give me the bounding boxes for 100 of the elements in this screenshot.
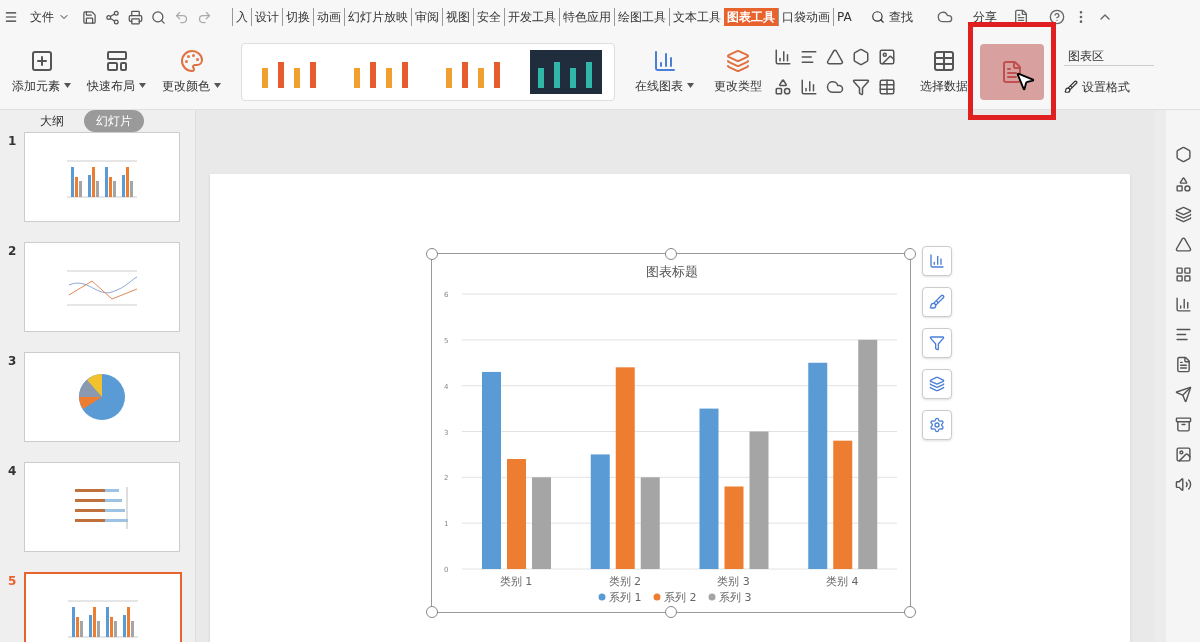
ribbon-tab[interactable]: 动画 (313, 8, 344, 26)
menu-icon[interactable] (4, 10, 18, 24)
legend-label: 系列 2 (664, 591, 697, 604)
ribbon-tab[interactable]: 特色应用 (559, 8, 614, 26)
category-label: 类别 1 (499, 575, 533, 588)
format-button[interactable]: 设置格式 (1064, 78, 1154, 96)
search-button[interactable]: 查找 (870, 8, 913, 26)
select-data-button[interactable]: 选择数据 (916, 39, 972, 104)
ribbon-button[interactable]: 快速布局 (79, 39, 154, 104)
help-icon[interactable] (1048, 9, 1065, 25)
category-label: 类别 4 (826, 575, 859, 588)
share-button[interactable]: 分享 (972, 8, 997, 26)
brush-icon (929, 294, 945, 310)
sidebar-tool-icon[interactable] (1174, 446, 1192, 463)
ribbon-tab[interactable]: 视图 (442, 8, 473, 26)
slide-thumbnail[interactable] (24, 132, 180, 222)
ribbon-tab[interactable]: 绘图工具 (614, 8, 669, 26)
slide-thumbnail[interactable] (24, 462, 180, 552)
sidebar-tool-icon[interactable] (1174, 236, 1192, 253)
ribbon-tab[interactable]: 安全 (473, 8, 504, 26)
sidebar-tool-icon[interactable] (1174, 146, 1192, 163)
preview-icon[interactable] (151, 9, 166, 25)
chart-type-icon[interactable] (852, 47, 870, 66)
sidebar-tool-icon[interactable] (1174, 356, 1192, 373)
sidebar-tool-icon[interactable] (1174, 476, 1192, 493)
ribbon-button[interactable]: 在线图表 (627, 39, 702, 104)
chart-style-button[interactable] (922, 287, 952, 317)
chart-type-icon[interactable] (852, 77, 870, 96)
layers-icon (929, 376, 945, 392)
chart-title[interactable]: 图表标题 (646, 264, 698, 279)
slide-thumbnail[interactable] (24, 352, 180, 442)
slide-number: 5 (8, 573, 16, 590)
search-icon (870, 10, 885, 24)
brush-icon (1064, 80, 1078, 94)
chart-type-icon[interactable] (774, 47, 792, 66)
sidebar-tool-icon[interactable] (1174, 266, 1192, 283)
ribbon-tab[interactable]: 开发工具 (504, 8, 559, 26)
sidebar-tool-icon[interactable] (1174, 416, 1192, 433)
save-icon[interactable] (82, 9, 97, 25)
chart-type-icon[interactable] (826, 47, 844, 66)
category-label: 类别 2 (608, 575, 641, 588)
chart-settings-button[interactable] (922, 410, 952, 440)
resize-handle[interactable] (665, 248, 677, 260)
ribbon-tab[interactable]: 审阅 (411, 8, 442, 26)
resize-handle[interactable] (426, 606, 438, 618)
slide-number: 2 (8, 243, 16, 260)
chart-type-button[interactable] (922, 369, 952, 399)
bar-chart-icon (929, 253, 945, 269)
caret-icon (214, 83, 221, 88)
sidebar-tool-icon[interactable] (1174, 176, 1192, 193)
settings-icon (929, 417, 945, 433)
cloud-icon[interactable] (936, 9, 953, 25)
legend-label: 系列 1 (609, 591, 642, 604)
ribbon-tab[interactable]: 切换 (282, 8, 313, 26)
caret-icon (64, 83, 71, 88)
slide-number: 1 (8, 133, 16, 150)
ribbon-tab[interactable]: 入 (232, 8, 251, 26)
bar-chart-icon (652, 48, 677, 73)
layout-icon (104, 48, 129, 73)
resize-handle[interactable] (904, 606, 916, 618)
print-icon[interactable] (128, 9, 143, 25)
chart-elements-button[interactable] (922, 246, 952, 276)
resize-handle[interactable] (904, 248, 916, 260)
palette-icon (179, 48, 204, 73)
chart-type-icon[interactable] (774, 77, 792, 96)
slide-number: 3 (8, 353, 16, 370)
sidebar-tool-icon[interactable] (1174, 386, 1192, 403)
slide-thumbnail[interactable] (24, 572, 182, 642)
chart-type-icon[interactable] (800, 77, 818, 96)
ribbon-button[interactable]: 更改类型 (706, 39, 770, 104)
resize-handle[interactable] (665, 606, 677, 618)
ribbon-tab[interactable]: PA (833, 8, 855, 26)
document-icon (1000, 59, 1024, 84)
slide-number: 4 (8, 463, 16, 480)
ribbon-button[interactable]: 添加元素 (4, 39, 79, 104)
ribbon-tab[interactable]: 口袋动画 (778, 8, 833, 26)
sidebar-tool-icon[interactable] (1174, 326, 1192, 343)
resize-handle[interactable] (426, 248, 438, 260)
chart-type-icon[interactable] (878, 47, 896, 66)
chart-area-field[interactable]: 图表区 (1064, 47, 1154, 66)
filter-icon (929, 335, 945, 351)
table-icon (932, 48, 956, 73)
chart-style-thumbnail[interactable] (530, 49, 602, 94)
category-label: 类别 3 (717, 575, 750, 588)
layers-icon (726, 48, 750, 73)
caret-icon (139, 83, 146, 88)
ribbon-tab[interactable]: 幻灯片放映 (344, 8, 411, 26)
share-icon[interactable] (105, 9, 120, 25)
sidebar-tool-icon[interactable] (1174, 296, 1192, 313)
chart-type-icon[interactable] (878, 77, 896, 96)
document-icon[interactable] (1012, 9, 1029, 25)
slide-thumbnail[interactable] (24, 242, 180, 332)
highlighted-button[interactable] (980, 43, 1044, 100)
ribbon-tab[interactable]: 设计 (251, 8, 282, 26)
legend-label: 系列 3 (719, 591, 752, 604)
file-menu-button[interactable]: 文件 (26, 8, 74, 26)
chart-filter-button[interactable] (922, 328, 952, 358)
sidebar-tool-icon[interactable] (1174, 206, 1192, 223)
ribbon-button[interactable]: 更改颜色 (154, 39, 229, 104)
panel-tab[interactable]: 大纲 (36, 110, 68, 132)
